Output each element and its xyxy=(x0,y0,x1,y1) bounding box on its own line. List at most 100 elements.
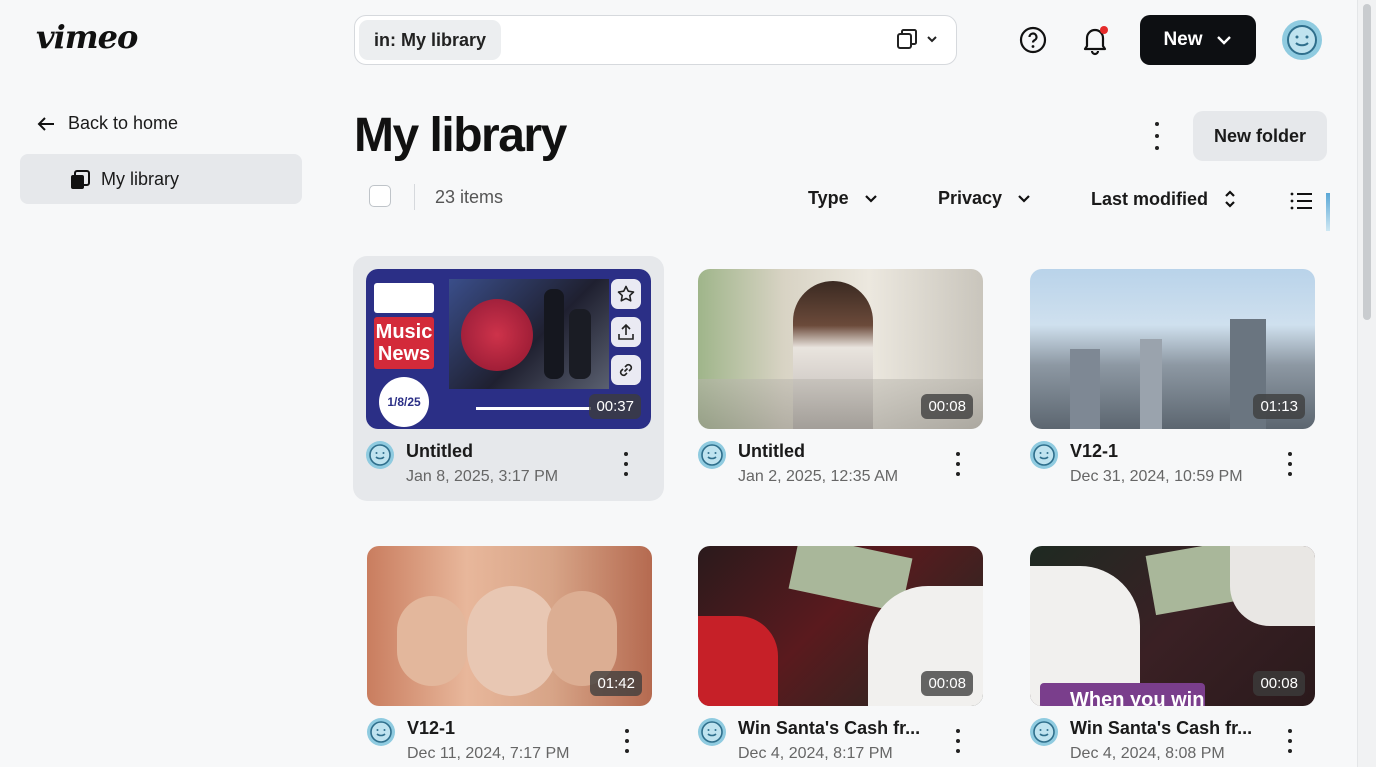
sort-label: Last modified xyxy=(1091,188,1209,209)
video-thumbnail[interactable]: When you win 00:08 xyxy=(1030,546,1315,706)
back-label: Back to home xyxy=(68,113,179,133)
video-more-button[interactable] xyxy=(953,452,963,476)
sort-dropdown[interactable]: Last modified xyxy=(1091,188,1238,210)
owner-avatar xyxy=(698,718,726,746)
video-thumbnail[interactable]: 01:42 xyxy=(367,546,652,706)
grid-view-toggle[interactable] xyxy=(1326,193,1330,231)
owner-avatar xyxy=(698,441,726,469)
scrollbar-thumb[interactable] xyxy=(1363,4,1371,320)
vimeo-logo[interactable]: vimeo xyxy=(36,18,138,56)
new-button-label: New xyxy=(1163,29,1203,50)
video-duration: 00:37 xyxy=(589,394,641,419)
owner-avatar xyxy=(367,718,395,746)
more-vertical-icon xyxy=(1155,122,1159,126)
back-to-home-link[interactable]: Back to home xyxy=(36,113,178,134)
arrow-left-icon xyxy=(37,116,54,131)
sort-icon xyxy=(1225,190,1235,208)
video-date: Jan 8, 2025, 3:17 PM xyxy=(406,468,559,485)
type-filter-label: Type xyxy=(808,188,849,208)
favorite-button[interactable] xyxy=(611,279,641,309)
chevron-down-icon xyxy=(927,36,937,43)
card-select-checkbox[interactable] xyxy=(381,284,405,308)
video-thumbnail[interactable]: 01:13 xyxy=(1030,269,1315,429)
video-duration: 01:13 xyxy=(1253,394,1305,419)
video-title[interactable]: Win Santa's Cash fr... xyxy=(1070,718,1252,739)
search-bar[interactable]: in: My library xyxy=(354,15,957,65)
item-count: 23 items xyxy=(435,187,504,207)
video-more-button[interactable] xyxy=(621,452,631,476)
video-date: Dec 11, 2024, 7:17 PM xyxy=(407,745,570,762)
more-vertical-icon xyxy=(624,452,628,456)
divider xyxy=(414,184,415,210)
owner-avatar xyxy=(1030,441,1058,469)
video-more-button[interactable] xyxy=(622,729,632,753)
video-duration: 00:08 xyxy=(1253,671,1305,696)
video-more-button[interactable] xyxy=(1285,729,1295,753)
video-title[interactable]: Win Santa's Cash fr... xyxy=(738,718,920,739)
new-button[interactable]: New xyxy=(1140,15,1256,65)
video-card[interactable]: 00:08 Untitled Jan 2, 2025, 12:35 AM xyxy=(698,269,983,489)
video-date: Dec 31, 2024, 10:59 PM xyxy=(1070,468,1243,485)
owner-avatar xyxy=(366,441,394,469)
chevron-down-icon xyxy=(864,194,877,203)
list-view-icon[interactable] xyxy=(1289,189,1313,213)
video-title[interactable]: V12-1 xyxy=(1070,441,1118,462)
help-icon[interactable] xyxy=(1019,26,1047,54)
avatar-face-icon xyxy=(1033,721,1055,743)
search-scope-selector[interactable] xyxy=(896,28,938,50)
avatar-face-icon xyxy=(1033,444,1055,466)
thumbnail-text-news: News xyxy=(377,343,431,365)
video-card[interactable]: 01:13 V12-1 Dec 31, 2024, 10:59 PM xyxy=(1030,269,1315,489)
copy-link-button[interactable] xyxy=(611,355,641,385)
avatar-face-icon xyxy=(1287,25,1317,55)
sidebar-item-my-library[interactable]: My library xyxy=(20,154,302,204)
more-vertical-icon xyxy=(956,729,960,733)
sidebar-item-label: My library xyxy=(101,168,180,189)
library-copy-icon xyxy=(897,29,917,49)
video-card[interactable]: Music News 1/8/25 00:37 Untitled Jan 8, … xyxy=(353,256,664,501)
chevron-down-icon xyxy=(1018,194,1030,203)
video-title[interactable]: Untitled xyxy=(406,441,473,462)
avatar-face-icon xyxy=(701,444,723,466)
user-avatar[interactable] xyxy=(1282,20,1322,60)
more-vertical-icon xyxy=(1288,729,1292,733)
avatar-face-icon xyxy=(370,721,392,743)
privacy-filter-label: Privacy xyxy=(938,188,1003,208)
bell-icon[interactable] xyxy=(1080,24,1110,56)
privacy-filter[interactable]: Privacy xyxy=(938,188,1032,209)
new-folder-button[interactable]: New folder xyxy=(1193,111,1327,161)
folder-stack-icon xyxy=(71,170,90,189)
page-title: My library xyxy=(354,109,567,162)
more-vertical-icon xyxy=(956,452,960,456)
video-title[interactable]: V12-1 xyxy=(407,718,455,739)
search-scope-chip[interactable]: in: My library xyxy=(359,20,502,60)
page-scrollbar[interactable] xyxy=(1357,0,1376,767)
avatar-face-icon xyxy=(701,721,723,743)
video-thumbnail[interactable]: 00:08 xyxy=(698,546,983,706)
video-date: Dec 4, 2024, 8:17 PM xyxy=(738,745,893,762)
video-card[interactable]: 00:08 Win Santa's Cash fr... Dec 4, 2024… xyxy=(698,546,983,767)
video-card[interactable]: When you win 00:08 Win Santa's Cash fr..… xyxy=(1030,546,1315,767)
video-thumbnail[interactable]: Music News 1/8/25 00:37 xyxy=(366,269,651,429)
chevron-down-icon xyxy=(1216,36,1231,45)
star-icon xyxy=(617,285,635,302)
video-more-button[interactable] xyxy=(953,729,963,753)
video-title[interactable]: Untitled xyxy=(738,441,805,462)
thumbnail-text-music: Music xyxy=(375,321,433,343)
video-thumbnail[interactable]: 00:08 xyxy=(698,269,983,429)
share-button[interactable] xyxy=(611,317,641,347)
card-hover-actions xyxy=(611,279,641,385)
upload-icon xyxy=(618,323,634,340)
video-duration: 00:08 xyxy=(921,671,973,696)
avatar-face-icon xyxy=(369,444,391,466)
library-more-button[interactable] xyxy=(1145,122,1169,150)
select-all-checkbox[interactable] xyxy=(369,185,391,207)
video-card[interactable]: 01:42 V12-1 Dec 11, 2024, 7:17 PM xyxy=(367,546,652,767)
video-duration: 01:42 xyxy=(590,671,642,696)
type-filter[interactable]: Type xyxy=(808,188,879,209)
thumbnail-overlay-text: When you win xyxy=(1040,683,1205,706)
thumbnail-date-badge: 1/8/25 xyxy=(379,377,429,427)
video-more-button[interactable] xyxy=(1285,452,1295,476)
video-duration: 00:08 xyxy=(921,394,973,419)
more-vertical-icon xyxy=(625,729,629,733)
